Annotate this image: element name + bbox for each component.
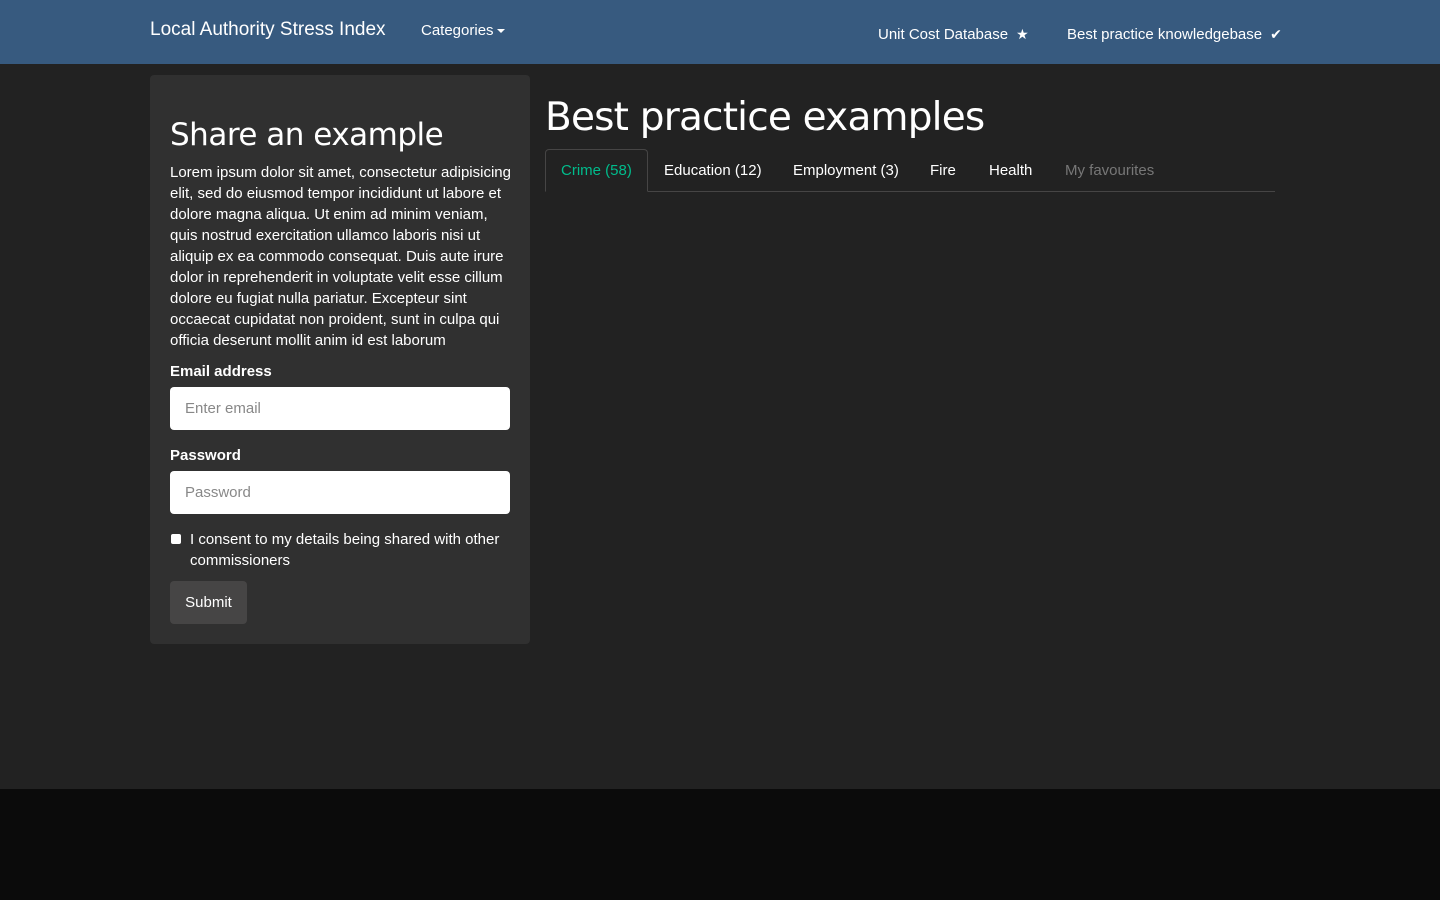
- top-navbar: Local Authority Stress Index Categories …: [0, 0, 1440, 64]
- caret-down-icon: [496, 29, 505, 34]
- tab-health[interactable]: Health: [989, 149, 1032, 192]
- page-title: Best practice examples: [545, 95, 985, 140]
- star-icon: ★: [1016, 26, 1029, 42]
- tab-employment[interactable]: Employment (3): [793, 149, 899, 192]
- email-input[interactable]: [170, 387, 510, 430]
- checkmark-icon: ✔: [1270, 26, 1282, 42]
- brand-link[interactable]: Local Authority Stress Index: [150, 18, 386, 42]
- submit-button[interactable]: Submit: [170, 581, 247, 624]
- categories-label: Categories: [421, 22, 494, 39]
- share-example-panel: Share an example Lorem ipsum dolor sit a…: [150, 75, 530, 644]
- best-practice-knowledgebase-label: Best practice knowledgebase: [1067, 26, 1263, 43]
- tab-fire[interactable]: Fire: [930, 149, 956, 192]
- email-label: Email address: [170, 363, 272, 380]
- unit-cost-database-label: Unit Cost Database: [878, 26, 1009, 43]
- tab-crime[interactable]: Crime (58): [545, 149, 648, 192]
- tab-education[interactable]: Education (12): [664, 149, 762, 192]
- footer: [0, 789, 1440, 900]
- unit-cost-database-link[interactable]: Unit Cost Database ★: [878, 24, 1029, 45]
- best-practice-knowledgebase-link[interactable]: Best practice knowledgebase ✔: [1067, 24, 1282, 45]
- categories-dropdown[interactable]: Categories: [421, 21, 505, 41]
- tab-my-favourites[interactable]: My favourites: [1065, 149, 1154, 192]
- share-description: Lorem ipsum dolor sit amet, consectetur …: [170, 164, 511, 349]
- share-title: Share an example: [170, 117, 444, 153]
- password-label: Password: [170, 447, 241, 464]
- consent-label[interactable]: I consent to my details being shared wit…: [190, 529, 510, 571]
- password-input[interactable]: [170, 471, 510, 514]
- consent-checkbox[interactable]: [171, 534, 181, 544]
- category-tabs: Crime (58) Education (12) Employment (3)…: [545, 149, 1275, 192]
